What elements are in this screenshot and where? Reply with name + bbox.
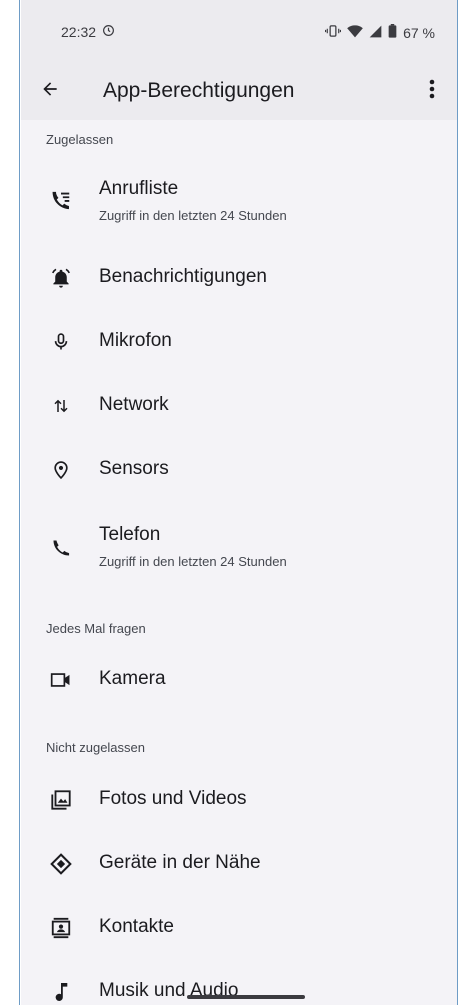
phone-icon xyxy=(49,536,73,560)
network-arrows-icon xyxy=(49,394,73,418)
battery-percent: 67 % xyxy=(403,24,435,41)
permission-item-sensors[interactable]: Sensors xyxy=(21,442,457,498)
phone-screen: 22:32 67 % App-Berechtigungen Zugelassen… xyxy=(21,0,457,1005)
permission-item-call-log[interactable]: Anrufliste Zugriff in den letzten 24 Stu… xyxy=(21,170,457,242)
screenshot-frame-left xyxy=(0,0,20,1005)
permission-title: Fotos und Videos xyxy=(99,788,247,809)
call-log-icon xyxy=(49,188,73,212)
status-icons-group: 67 % xyxy=(325,24,435,41)
status-time-group: 22:32 xyxy=(61,24,115,40)
back-button[interactable] xyxy=(37,78,63,104)
permission-title: Anrufliste xyxy=(99,178,179,199)
battery-icon xyxy=(388,24,397,41)
status-bar: 22:32 67 % xyxy=(21,0,457,62)
app-bar: App-Berechtigungen xyxy=(21,62,457,120)
permission-title: Network xyxy=(99,394,169,415)
permission-item-phone[interactable]: Telefon Zugriff in den letzten 24 Stunde… xyxy=(21,516,457,588)
nearby-devices-icon xyxy=(49,852,73,876)
location-pin-icon xyxy=(49,458,73,482)
permission-title: Mikrofon xyxy=(99,330,172,351)
signal-icon xyxy=(369,25,382,41)
camera-icon xyxy=(49,668,73,692)
permission-item-photos[interactable]: Fotos und Videos xyxy=(21,772,457,828)
gesture-navigation-bar[interactable] xyxy=(187,995,305,999)
section-header-allowed: Zugelassen xyxy=(46,132,114,147)
permission-item-notifications[interactable]: Benachrichtigungen xyxy=(21,250,457,306)
music-note-icon xyxy=(49,980,73,1004)
permission-title: Sensors xyxy=(99,458,169,479)
sync-icon xyxy=(102,24,115,40)
permission-title: Kontakte xyxy=(99,916,174,937)
permission-title: Geräte in der Nähe xyxy=(99,852,261,873)
section-header-ask: Jedes Mal fragen xyxy=(46,621,146,636)
permission-subtitle: Zugriff in den letzten 24 Stunden xyxy=(99,554,287,569)
more-vert-icon xyxy=(429,79,435,104)
contacts-icon xyxy=(49,916,73,940)
vibrate-icon xyxy=(325,24,342,41)
permission-item-camera[interactable]: Kamera xyxy=(21,652,457,708)
arrow-back-icon xyxy=(40,79,60,104)
more-options-button[interactable] xyxy=(417,76,447,106)
permission-subtitle: Zugriff in den letzten 24 Stunden xyxy=(99,208,287,223)
permission-title: Telefon xyxy=(99,524,161,545)
permission-item-contacts[interactable]: Kontakte xyxy=(21,900,457,956)
permission-item-network[interactable]: Network xyxy=(21,378,457,434)
permission-title: Benachrichtigungen xyxy=(99,266,267,287)
page-title: App-Berechtigungen xyxy=(103,79,295,102)
permission-item-nearby-devices[interactable]: Geräte in der Nähe xyxy=(21,836,457,892)
screenshot-frame-right xyxy=(457,0,475,1005)
permission-item-microphone[interactable]: Mikrofon xyxy=(21,314,457,370)
photos-icon xyxy=(49,788,73,812)
wifi-icon xyxy=(347,24,363,41)
permission-title: Kamera xyxy=(99,668,166,689)
section-header-denied: Nicht zugelassen xyxy=(46,740,145,755)
notifications-icon xyxy=(49,266,73,290)
microphone-icon xyxy=(49,330,73,354)
status-time: 22:32 xyxy=(61,24,97,40)
